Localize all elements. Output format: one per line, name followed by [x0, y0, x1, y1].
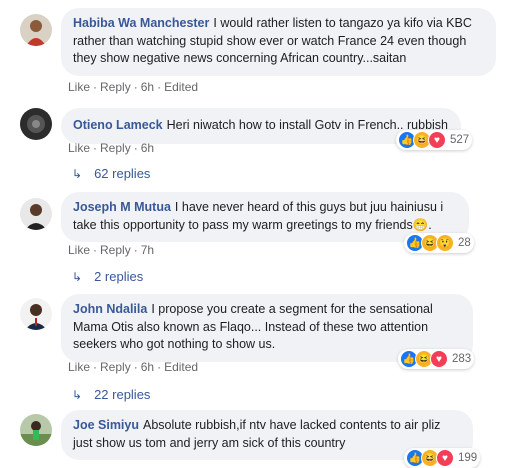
comment-time[interactable]: 6h — [141, 80, 154, 94]
avatar[interactable] — [20, 14, 52, 46]
comment-actions: Like · Reply · 6h · Edited — [68, 80, 199, 94]
like-link[interactable]: Like — [68, 141, 90, 155]
reactions-summary[interactable]: 👍 😆 ♥ 283 — [398, 349, 475, 369]
comment-actions: Like · Reply · 6h · Edited — [68, 360, 199, 374]
reaction-count: 283 — [452, 353, 472, 365]
comment-author[interactable]: Habiba Wa Manchester — [73, 16, 209, 30]
replies-count[interactable]: 62 replies — [94, 166, 150, 181]
avatar[interactable] — [20, 198, 52, 230]
view-replies-link[interactable]: ↳ 2 replies — [72, 269, 143, 284]
view-replies-link[interactable]: ↳ 22 replies — [72, 387, 150, 402]
comment-author[interactable]: Joseph M Mutua — [73, 200, 171, 214]
view-replies-link[interactable]: ↳ 62 replies — [72, 166, 150, 181]
reaction-count: 28 — [458, 237, 471, 249]
edited-label: Edited — [164, 360, 199, 374]
comment-author[interactable]: John Ndalila — [73, 302, 147, 316]
replies-count[interactable]: 22 replies — [94, 387, 150, 402]
edited-label: Edited — [164, 80, 199, 94]
reply-arrow-icon: ↳ — [72, 166, 83, 181]
reply-link[interactable]: Reply — [100, 243, 131, 257]
avatar[interactable] — [20, 298, 52, 330]
comment-actions: Like · Reply · 7h — [68, 243, 155, 257]
like-link[interactable]: Like — [68, 243, 90, 257]
comment-author[interactable]: Otieno Lameck — [73, 118, 163, 132]
reply-arrow-icon: ↳ — [72, 387, 83, 402]
reactions-summary[interactable]: 👍 😆 ♥ 199 — [404, 448, 481, 468]
avatar[interactable] — [20, 414, 52, 446]
reply-link[interactable]: Reply — [100, 360, 131, 374]
like-link[interactable]: Like — [68, 360, 90, 374]
love-icon: ♥ — [430, 350, 448, 368]
reaction-count: 199 — [458, 452, 478, 464]
comment-actions: Like · Reply · 6h — [68, 141, 155, 155]
reactions-summary[interactable]: 👍 😆 ♥ 527 — [396, 130, 473, 150]
comment-bubble: Habiba Wa Manchester I would rather liste… — [61, 8, 496, 76]
like-link[interactable]: Like — [68, 80, 90, 94]
comment-time[interactable]: 7h — [141, 243, 154, 257]
reaction-count: 527 — [450, 134, 470, 146]
reply-arrow-icon: ↳ — [72, 269, 83, 284]
love-icon: ♥ — [428, 131, 446, 149]
comment-time[interactable]: 6h — [141, 141, 154, 155]
wow-icon: 😲 — [436, 234, 454, 252]
reactions-summary[interactable]: 👍 😆 😲 28 — [404, 233, 474, 253]
reply-link[interactable]: Reply — [100, 141, 131, 155]
reply-link[interactable]: Reply — [100, 80, 131, 94]
avatar[interactable] — [20, 108, 52, 140]
replies-count[interactable]: 2 replies — [94, 269, 143, 284]
comment-time[interactable]: 6h — [141, 360, 154, 374]
comment-author[interactable]: Joe Simiyu — [73, 418, 139, 432]
love-icon: ♥ — [436, 449, 454, 467]
